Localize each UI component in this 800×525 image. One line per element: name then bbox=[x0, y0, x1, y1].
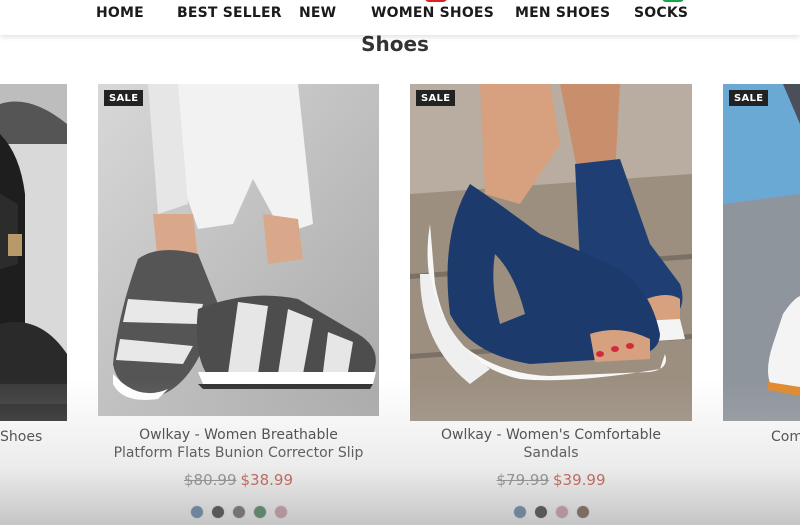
top-nav: HOME BEST SELLER NEW WOMEN SHOES MEN SHO… bbox=[0, 0, 800, 35]
section-title: Shoes bbox=[361, 32, 429, 56]
product-card[interactable]: Shoes bbox=[0, 84, 67, 445]
sale-price: $38.99 bbox=[240, 471, 294, 489]
sale-price: $39.99 bbox=[553, 471, 606, 489]
product-title-line2[interactable]: Platform Flats Bunion Corrector Slip bbox=[93, 444, 384, 462]
price-row: $79.99 $39.99 bbox=[410, 471, 692, 489]
nav-socks[interactable]: SOCKS bbox=[634, 5, 688, 21]
sale-badge: SALE bbox=[416, 90, 456, 106]
women-shoes-badge bbox=[425, 0, 447, 2]
swatch-black[interactable] bbox=[534, 506, 547, 518]
nav-men-shoes[interactable]: MEN SHOES bbox=[515, 5, 610, 21]
color-swatches bbox=[410, 506, 692, 518]
original-price: $80.99 bbox=[184, 471, 237, 489]
product-image-art bbox=[410, 84, 692, 421]
swatch-blue[interactable] bbox=[513, 506, 526, 518]
nav-best-seller[interactable]: BEST SELLER bbox=[177, 5, 282, 21]
socks-badge bbox=[662, 0, 684, 2]
product-image-art bbox=[98, 84, 379, 416]
product-image[interactable]: SALE bbox=[98, 84, 379, 416]
color-swatches bbox=[98, 506, 379, 518]
original-price: $79.99 bbox=[496, 471, 550, 489]
sale-badge: SALE bbox=[104, 90, 144, 106]
product-image[interactable]: SALE bbox=[410, 84, 692, 421]
product-card[interactable]: SALE Com bbox=[723, 84, 800, 445]
product-image-art bbox=[723, 84, 800, 421]
swatch-green[interactable] bbox=[253, 506, 266, 518]
nav-new[interactable]: NEW bbox=[299, 5, 336, 21]
swatch-brown[interactable] bbox=[576, 506, 589, 518]
nav-women-shoes[interactable]: WOMEN SHOES bbox=[371, 5, 494, 21]
product-image-art bbox=[0, 84, 67, 421]
product-image[interactable]: SALE bbox=[723, 84, 800, 421]
swatch-gray[interactable] bbox=[232, 506, 245, 518]
swatch-pink[interactable] bbox=[555, 506, 568, 518]
product-title-line2[interactable]: Sandals bbox=[405, 444, 697, 462]
swatch-pink[interactable] bbox=[274, 506, 287, 518]
swatch-blue[interactable] bbox=[190, 506, 203, 518]
product-title-line1[interactable]: Owlkay - Women's Comfortable bbox=[405, 426, 697, 444]
product-title-line1[interactable]: Owlkay - Women Breathable bbox=[93, 426, 384, 444]
sale-badge: SALE bbox=[729, 90, 769, 106]
product-title[interactable]: Com bbox=[771, 428, 800, 446]
nav-home[interactable]: HOME bbox=[96, 5, 144, 21]
product-image[interactable] bbox=[0, 84, 67, 421]
price-row: $80.99 $38.99 bbox=[98, 471, 379, 489]
swatch-black[interactable] bbox=[211, 506, 224, 518]
product-title[interactable]: Shoes bbox=[0, 428, 60, 446]
product-card[interactable]: SALE Owlkay - Women's Comfortable Sandal… bbox=[410, 84, 692, 518]
product-card[interactable]: SALE Owlkay - Women Breathable Platform … bbox=[98, 84, 379, 518]
